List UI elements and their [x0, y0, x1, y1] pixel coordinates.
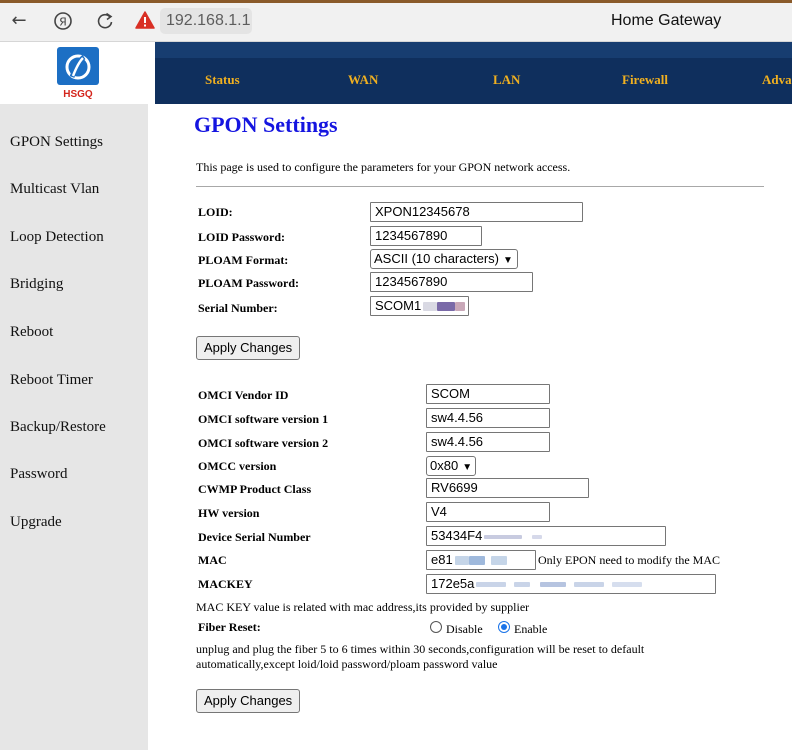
omci-vendor-id-label: OMCI Vendor ID [198, 388, 289, 402]
device-serial-number-input[interactable]: 53434F4 [426, 526, 666, 546]
redacted-mask [476, 582, 507, 588]
sidebar-item-backup-restore[interactable]: Backup/Restore [10, 419, 106, 436]
loid-label: LOID: [198, 205, 233, 219]
loid-password-input[interactable]: 1234567890 [370, 226, 482, 246]
apply-changes-button-omci[interactable]: Apply Changes [196, 689, 301, 713]
address-bar[interactable]: 192.168.1.1 [160, 8, 252, 34]
redacted-mask [455, 302, 466, 312]
top-navigation-stripe [155, 42, 792, 58]
window-top-band [0, 0, 792, 3]
reload-icon[interactable] [94, 10, 116, 32]
top-navigation: Status WAN LAN Firewall Adva [155, 42, 792, 104]
ploam-format-label: PLOAM Format: [198, 253, 289, 267]
mackey-input[interactable]: 172e5a [426, 574, 716, 594]
ploam-password-label: PLOAM Password: [198, 276, 299, 290]
loid-input[interactable]: XPON12345678 [370, 202, 583, 222]
redacted-mask [484, 534, 523, 539]
sidebar-item-multicast-vlan[interactable]: Multicast Vlan [10, 181, 99, 198]
fiber-reset-enable-label: Enable [514, 622, 548, 636]
redacted-mask [437, 302, 456, 312]
redacted-mask [532, 534, 543, 539]
chevron-down-icon: ▼ [503, 255, 513, 266]
sidebar: GPON Settings Multicast Vlan Loop Detect… [0, 104, 148, 750]
omcc-version-label: OMCC version [198, 459, 277, 473]
device-serial-number-value: 53434F4 [431, 528, 483, 543]
hsgq-logo: HSGQ [52, 47, 104, 100]
mac-note: Only EPON need to modify the MAC [538, 553, 720, 567]
mac-value: e81 [431, 552, 453, 567]
redacted-mask [540, 582, 567, 588]
browser-toolbar: ← Я 192.168.1.1 Home Gateway [0, 0, 792, 42]
sidebar-item-loop-detection[interactable]: Loop Detection [10, 229, 104, 246]
fiber-reset-disable-label: Disable [446, 622, 483, 636]
omci-sw-version-1-input[interactable]: sw4.4.56 [426, 408, 550, 428]
fiber-reset-disable-radio[interactable] [430, 621, 442, 633]
redacted-mask [423, 302, 438, 312]
nav-status[interactable]: Status [205, 72, 240, 88]
redacted-mask [612, 582, 643, 588]
hw-version-input[interactable]: V4 [426, 502, 550, 522]
sidebar-item-upgrade[interactable]: Upgrade [10, 514, 62, 531]
yandex-icon[interactable]: Я [52, 10, 74, 32]
ploam-format-select[interactable]: ASCII (10 characters) ▼ [370, 249, 518, 269]
nav-firewall[interactable]: Firewall [622, 72, 668, 88]
redacted-mask [468, 556, 485, 566]
omcc-version-value: 0x80 [430, 458, 459, 473]
ploam-password-input[interactable]: 1234567890 [370, 272, 533, 292]
redacted-mask [454, 556, 469, 566]
cwmp-product-class-input[interactable]: RV6699 [426, 478, 589, 498]
nav-advanced[interactable]: Adva [762, 72, 792, 88]
warning-icon[interactable] [135, 11, 155, 29]
redacted-mask [574, 582, 605, 588]
device-serial-number-label: Device Serial Number [198, 530, 311, 544]
hw-version-label: HW version [198, 506, 260, 520]
sidebar-item-reboot[interactable]: Reboot [10, 324, 53, 341]
fiber-reset-note-line1: unplug and plug the fiber 5 to 6 times w… [196, 642, 645, 656]
sidebar-item-password[interactable]: Password [10, 466, 68, 483]
mackey-label: MACKEY [198, 577, 253, 591]
svg-text:Я: Я [59, 16, 67, 29]
loid-password-label: LOID Password: [198, 230, 286, 244]
sidebar-item-reboot-timer[interactable]: Reboot Timer [10, 372, 93, 389]
omci-sw-version-2-label: OMCI software version 2 [198, 436, 329, 450]
main-content: GPON Settings This page is used to confi… [148, 104, 792, 750]
apply-changes-button-gpon[interactable]: Apply Changes [196, 336, 301, 360]
ploam-format-value: ASCII (10 characters) [374, 251, 499, 266]
logo-area: HSGQ [0, 42, 155, 104]
redacted-mask [490, 556, 507, 566]
mackey-value: 172e5a [431, 576, 475, 591]
page-title: GPON Settings [194, 112, 338, 137]
svg-text:HSGQ: HSGQ [63, 89, 93, 99]
serial-number-input[interactable]: SCOM1 [370, 296, 469, 316]
mac-label: MAC [198, 553, 227, 567]
fiber-reset-note-line2: automatically,except loid/loid password/… [196, 657, 498, 671]
mac-input[interactable]: e81 [426, 550, 536, 570]
fiber-reset-label: Fiber Reset: [198, 620, 261, 634]
page-tab-title: Home Gateway [611, 12, 722, 29]
mackey-note: MAC KEY value is related with mac addres… [196, 600, 530, 614]
omci-sw-version-2-input[interactable]: sw4.4.56 [426, 432, 550, 452]
sidebar-item-bridging[interactable]: Bridging [10, 276, 63, 293]
nav-lan[interactable]: LAN [493, 72, 520, 88]
serial-number-value: SCOM1 [375, 298, 422, 313]
omcc-version-select[interactable]: 0x80 ▼ [426, 456, 476, 476]
nav-wan[interactable]: WAN [348, 72, 378, 88]
page-description: This page is used to configure the param… [196, 160, 571, 174]
omci-sw-version-1-label: OMCI software version 1 [198, 412, 329, 426]
serial-number-label: Serial Number: [198, 301, 278, 315]
redacted-mask [514, 582, 531, 588]
chevron-down-icon: ▼ [462, 462, 473, 473]
omci-vendor-id-input[interactable]: SCOM [426, 384, 550, 404]
sidebar-item-gpon-settings[interactable]: GPON Settings [10, 134, 103, 151]
fiber-reset-enable-radio[interactable] [498, 621, 510, 633]
cwmp-product-class-label: CWMP Product Class [198, 482, 312, 496]
arrow-left-icon[interactable]: ← [8, 10, 30, 32]
divider [196, 186, 764, 187]
